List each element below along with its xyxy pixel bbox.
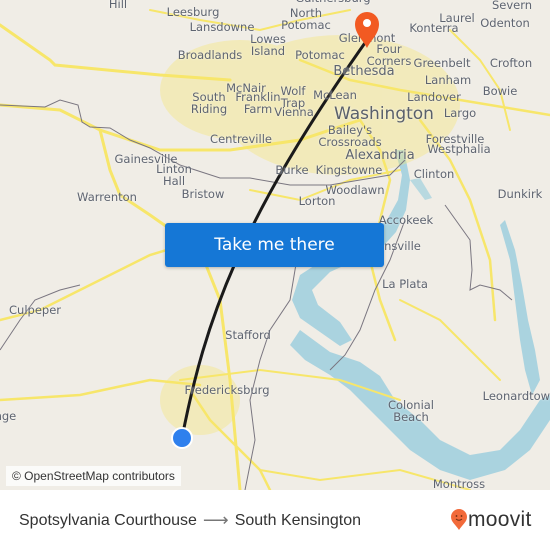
place-label: Montross [433,478,485,490]
place-label: Clinton [414,168,455,180]
arrow-right-icon: ⟶ [202,510,229,530]
place-label: Linton Hall [156,163,192,187]
place-label-line: Warrenton [77,190,137,204]
place-label-line: Riding [190,102,228,116]
place-label: Lorton [299,195,336,207]
place-label: Dunkirk [498,188,543,200]
place-label-line: Largo [443,106,477,120]
moovit-pin-icon [451,509,467,530]
place-label-line: Burke [275,163,309,177]
moovit-logo[interactable]: moovit [451,508,532,532]
place-label-line: Crofton [489,56,533,70]
place-label: Bailey's Crossroads [318,124,381,148]
place-label: Kingstowne [316,164,383,176]
destination-label: South Kensington [234,511,362,529]
place-label-line: Gaithersburg [295,0,370,4]
place-label: Landover [407,91,461,103]
place-label-line: Landover [407,90,461,104]
place-label-line: Lansdowne [189,20,255,34]
place-label-line: Greenbelt [413,56,471,70]
origin-marker-icon[interactable] [171,427,193,449]
place-label-line: Lorton [298,194,336,208]
origin-label: Spotsylvania Courthouse [19,511,197,529]
place-label: Broadlands [178,49,243,61]
place-label: La Plata [382,278,428,290]
place-label: McLean [313,89,357,101]
destination-pin-icon[interactable] [353,10,381,50]
place-label-line: Potomac [295,48,345,62]
place-label: Lowes Island [250,33,286,57]
place-label-line: Beach [393,410,429,424]
place-label-line: La Plata [382,277,428,291]
place-label: Bowie [483,85,518,97]
place-label-line: Alexandria [345,148,415,163]
place-label-line: Washington [334,104,434,124]
place-label: Washington [334,105,434,123]
place-label-line: Leesburg [166,5,220,19]
place-label: Accokeek [379,214,433,226]
place-label: Potomac [295,49,345,61]
place-label: Alexandria [345,149,414,163]
place-label-line: Hill [108,0,128,11]
place-label: Crofton [490,57,532,69]
take-me-there-button[interactable]: Take me there [165,223,384,267]
place-label: Fredericksburg [184,384,269,396]
brand-name: moovit [468,508,532,531]
place-label-line: McLean [313,88,357,102]
place-label: Lanham [425,74,471,86]
place-label: Severn [492,0,532,11]
map-attribution[interactable]: © OpenStreetMap contributors [6,466,181,486]
place-label-line: Broadlands [177,48,243,62]
place-label-line: Stafford [225,328,271,342]
place-label-line: Westphalia [427,142,491,156]
place-label: Lansdowne [190,21,255,33]
place-label-line: Konterra [409,21,459,35]
place-label: Centreville [210,133,272,145]
place-label: South Riding [191,91,227,115]
place-label: Vienna [274,106,314,118]
place-label: Orange [0,410,16,422]
place-label-line: Fredericksburg [184,383,270,397]
place-label-line: Accokeek [378,213,434,227]
place-label: Warrenton [77,191,137,203]
place-label: North Potomac [281,7,331,31]
place-label: Westphalia [427,143,490,155]
place-label-line: Clinton [413,167,455,181]
place-label: Stafford [225,329,271,341]
place-label-line: Leonardtown [482,389,550,403]
place-label-line: Severn [491,0,533,12]
map[interactable]: RoundHill Leesburg Lansdowne Gaithersburg No… [0,0,550,490]
place-label: Bristow [182,188,225,200]
place-label: Burke [275,164,308,176]
place-label-line: Culpeper [9,303,61,317]
place-label-line: Kingstowne [315,163,383,177]
place-label-line: Vienna [274,105,314,119]
place-label-line: Bristow [181,187,225,201]
place-label: Gaithersburg [295,0,370,4]
place-label-line: Centreville [210,132,272,146]
place-label: Leesburg [167,6,220,18]
route-summary: Spotsylvania Courthouse ⟶ South Kensingt… [19,510,361,531]
place-label-line: Lanham [424,73,472,87]
place-label: Bethesda [333,65,394,79]
place-label: RoundHill [100,0,136,10]
place-label-line: Dunkirk [497,187,543,201]
place-label-line: Bowie [482,84,518,98]
place-label-line: Montross [432,477,486,490]
place-label: Leonardtown [483,390,550,402]
place-label-line: Hall [162,174,186,188]
place-label: Colonial Beach [388,399,434,423]
place-label-line: Potomac [281,18,331,32]
boundaries [0,99,513,490]
place-label-line: Orange [0,409,17,423]
place-label-line: Island [250,44,286,58]
place-label-line: Crossroads [318,135,382,149]
place-label: Greenbelt [414,57,471,69]
place-label: Odenton [480,17,530,29]
place-label: Largo [444,107,476,119]
place-label: Culpeper [9,304,61,316]
place-label: Konterra [409,22,458,34]
place-label-line: Odenton [480,16,530,30]
place-label-line: Bethesda [333,64,395,79]
